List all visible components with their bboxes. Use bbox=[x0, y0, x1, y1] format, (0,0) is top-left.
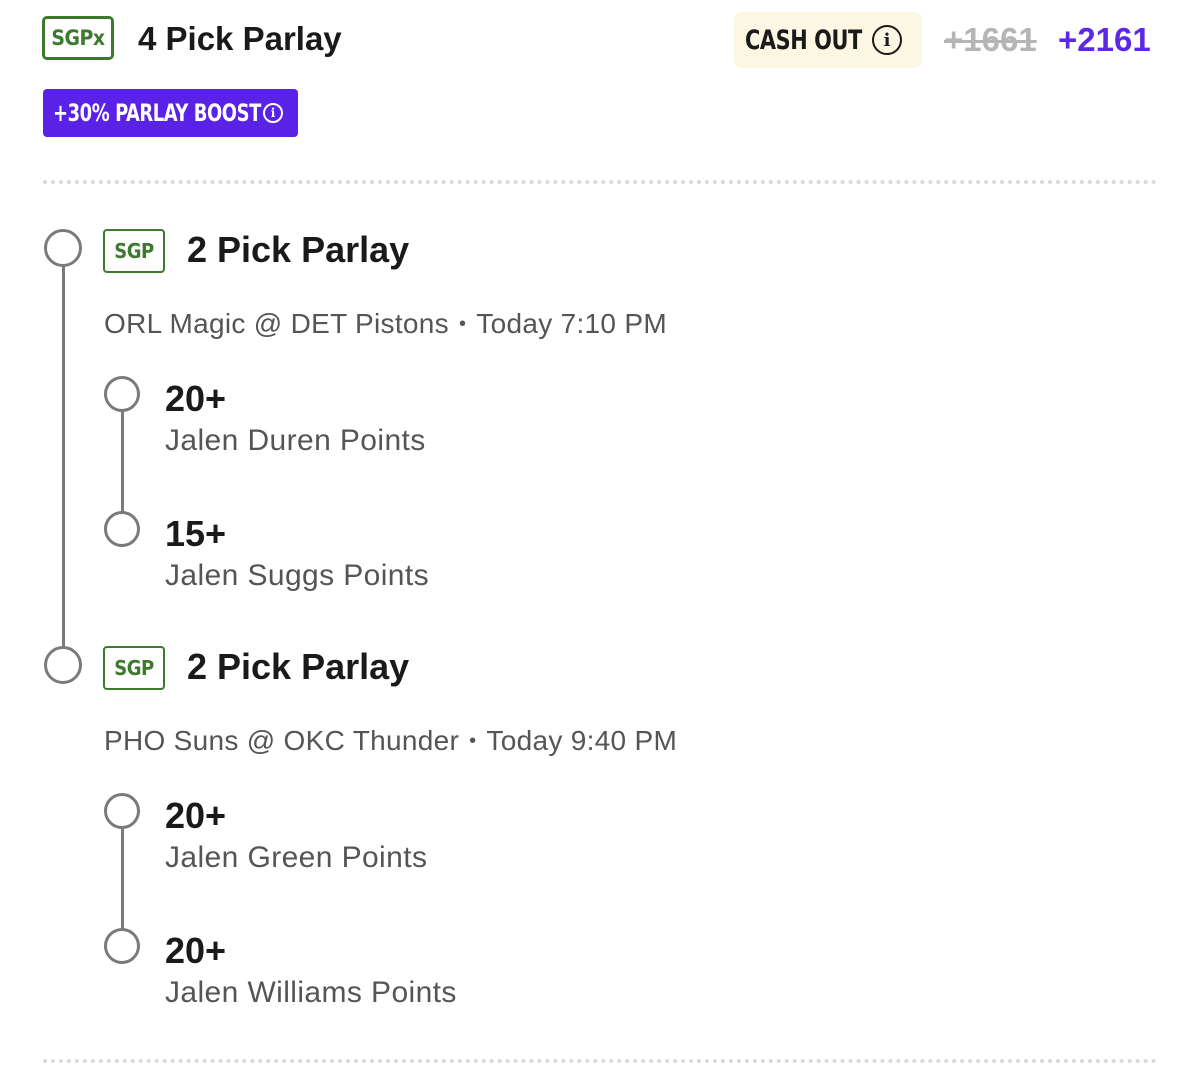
pick-status-circle bbox=[104, 511, 140, 547]
pick-connector bbox=[121, 412, 124, 512]
leg-status-circle bbox=[44, 646, 82, 684]
pick-description: Jalen Williams Points bbox=[165, 976, 457, 1009]
parlay-boost-label: +30% PARLAY BOOST bbox=[53, 99, 261, 127]
pick-value: 20+ bbox=[165, 378, 227, 419]
game-time: Today 7:10 PM bbox=[476, 308, 667, 339]
game-time: Today 9:40 PM bbox=[486, 725, 678, 756]
separator: • bbox=[458, 312, 467, 335]
pick-value: 20+ bbox=[165, 795, 227, 836]
pick-description: Jalen Green Points bbox=[165, 841, 428, 874]
parlay-boost-badge[interactable]: +30% PARLAY BOOST i bbox=[43, 89, 298, 137]
leg-title: 2 Pick Parlay bbox=[187, 646, 410, 687]
pick-status-circle bbox=[104, 793, 140, 829]
leg-title: 2 Pick Parlay bbox=[187, 229, 410, 270]
sgpx-badge: SGPx bbox=[42, 16, 114, 60]
info-icon[interactable]: i bbox=[872, 25, 902, 55]
game-info: PHO Suns @ OKC Thunder • Today 9:40 PM bbox=[104, 724, 677, 760]
game-info: ORL Magic @ DET Pistons • Today 7:10 PM bbox=[104, 307, 667, 343]
pick-description: Jalen Duren Points bbox=[165, 424, 426, 457]
pick-value: 15+ bbox=[165, 513, 227, 554]
pick-status-circle bbox=[104, 376, 140, 412]
pick-status-circle bbox=[104, 928, 140, 964]
parlay-title: 4 Pick Parlay bbox=[138, 20, 342, 57]
cash-out-button[interactable]: CASH OUT i bbox=[734, 12, 922, 68]
pick-description: Jalen Suggs Points bbox=[165, 559, 430, 592]
sgp-badge: SGP bbox=[103, 646, 165, 690]
pick-value: 20+ bbox=[165, 930, 227, 971]
boosted-odds: +2161 bbox=[1058, 21, 1151, 58]
matchup: ORL Magic @ DET Pistons bbox=[104, 308, 449, 339]
leg-status-circle bbox=[44, 229, 82, 267]
original-odds: +1661 bbox=[944, 21, 1037, 58]
cash-out-label: CASH OUT bbox=[745, 24, 862, 56]
divider bbox=[43, 1059, 1157, 1063]
matchup: PHO Suns @ OKC Thunder bbox=[104, 725, 460, 756]
separator: • bbox=[469, 729, 477, 752]
timeline-connector bbox=[62, 266, 65, 648]
pick-connector bbox=[121, 829, 124, 929]
info-icon[interactable]: i bbox=[263, 103, 283, 123]
sgp-badge: SGP bbox=[103, 229, 165, 273]
divider bbox=[43, 180, 1157, 184]
